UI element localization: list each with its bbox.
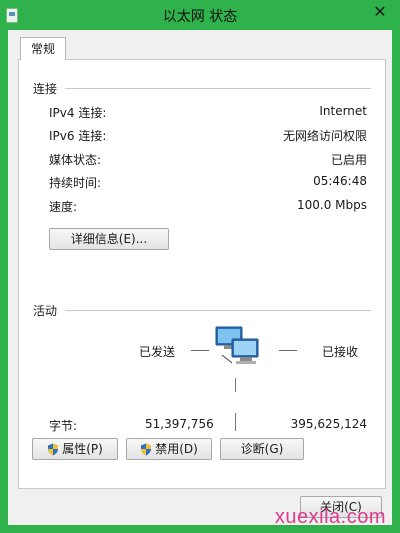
properties-button[interactable]: 属性(P) (32, 438, 118, 460)
properties-button-label: 属性(P) (62, 442, 103, 456)
activity-divider (65, 310, 371, 311)
title-bar[interactable]: 以太网 状态 ✕ (0, 0, 400, 30)
details-button[interactable]: 详细信息(E)... (49, 228, 169, 250)
bytes-received-value: 395,625,124 (290, 417, 367, 431)
media-state-value: 已启用 (330, 153, 367, 167)
uac-shield-icon (48, 443, 59, 456)
bytes-label: 字节: (49, 419, 78, 433)
ipv6-connection-label: IPv6 连接: (49, 129, 107, 143)
dialog-client-area: 常规 连接 IPv4 连接: Internet IPv6 连接: 无网络访问权限… (8, 30, 392, 525)
activity-section-header: 活动 (33, 304, 58, 318)
activity-separator-bottom (235, 413, 236, 431)
window-close-button[interactable]: ✕ (366, 2, 394, 22)
speed-label: 速度: (49, 200, 78, 214)
bytes-sent-value: 51,397,756 (145, 417, 214, 431)
disable-button[interactable]: 禁用(D) (126, 438, 212, 460)
received-label: 已接收 (322, 345, 359, 359)
received-dash (279, 350, 297, 351)
disable-button-label: 禁用(D) (155, 442, 198, 456)
duration-label: 持续时间: (49, 176, 102, 190)
tab-general[interactable]: 常规 (20, 37, 66, 60)
sent-label: 已发送 (139, 345, 176, 359)
status-window: 以太网 状态 ✕ 常规 连接 IPv4 连接: Internet IPv6 连接… (0, 0, 400, 533)
ipv6-connection-value: 无网络访问权限 (282, 129, 367, 143)
window-title: 以太网 状态 (162, 9, 238, 25)
activity-separator-top (235, 378, 236, 392)
uac-shield-icon (141, 443, 152, 456)
ipv4-connection-value: Internet (319, 104, 367, 118)
ipv4-connection-label: IPv4 连接: (49, 106, 107, 120)
media-state-label: 媒体状态: (49, 153, 102, 167)
connection-divider (65, 88, 371, 89)
network-computers-icon (215, 326, 259, 364)
sent-dash (191, 350, 209, 351)
duration-value: 05:46:48 (313, 174, 367, 188)
general-tab-panel: 连接 IPv4 连接: Internet IPv6 连接: 无网络访问权限 媒体… (18, 59, 386, 489)
speed-value: 100.0 Mbps (296, 198, 367, 212)
connection-section-header: 连接 (33, 82, 58, 96)
diagnose-button[interactable]: 诊断(G) (220, 438, 304, 460)
watermark-text: xuexila.com (274, 506, 386, 528)
